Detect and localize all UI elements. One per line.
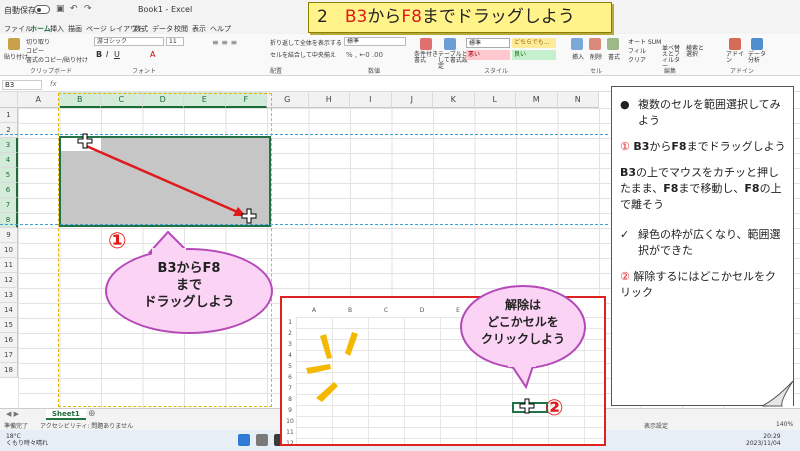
drag-arrow-line	[83, 143, 243, 216]
cross-cursor-start-icon	[77, 133, 93, 149]
callout2-tail	[508, 363, 536, 390]
explanation-panel: ● 複数のセルを範囲選択してみよう ① B3からF8までドラッグしよう B3の上…	[611, 86, 794, 406]
cross-cursor-end-icon	[241, 208, 257, 224]
step1-marker: ①	[108, 229, 127, 254]
callout-deselect-line3: クリックしよう	[480, 332, 565, 346]
explanation-item-3: B3の上でマウスをカチッと押したまま、F8まで移動し、F8の上で離そう	[620, 166, 782, 211]
step2-marker: ②	[545, 396, 564, 421]
explanation-item-5: ② 解除するにはどこかセルをクリック	[620, 270, 777, 299]
callout-drag-line2: まで	[175, 278, 202, 293]
callout-deselect-line1: 解除は	[504, 298, 541, 312]
callout-drag: B3からF8 まで ドラッグしよう	[105, 248, 273, 334]
check-icon: ✓	[620, 228, 630, 241]
callout-deselect-line2: どこかセルを	[487, 315, 559, 329]
bullet-icon: ●	[620, 98, 630, 111]
callout1-tail-cover	[152, 248, 186, 255]
explanation-item-1: ● 複数のセルを範囲選択してみよう	[620, 98, 781, 127]
callout-drag-line3: ドラッグしよう	[143, 295, 235, 310]
callout-drag-line1: B3からF8	[157, 261, 221, 276]
page-curl-icon	[762, 381, 794, 407]
click-burst-icon	[306, 332, 358, 402]
callout-deselect: 解除は どこかセルを クリックしよう	[460, 285, 586, 369]
inset-cursor-icon	[519, 398, 535, 414]
explanation-item-4: ✓ 緑色の枠が広くなり、範囲選択ができた	[620, 228, 781, 257]
explanation-item-2: ① B3からF8までドラッグしよう	[620, 140, 786, 153]
